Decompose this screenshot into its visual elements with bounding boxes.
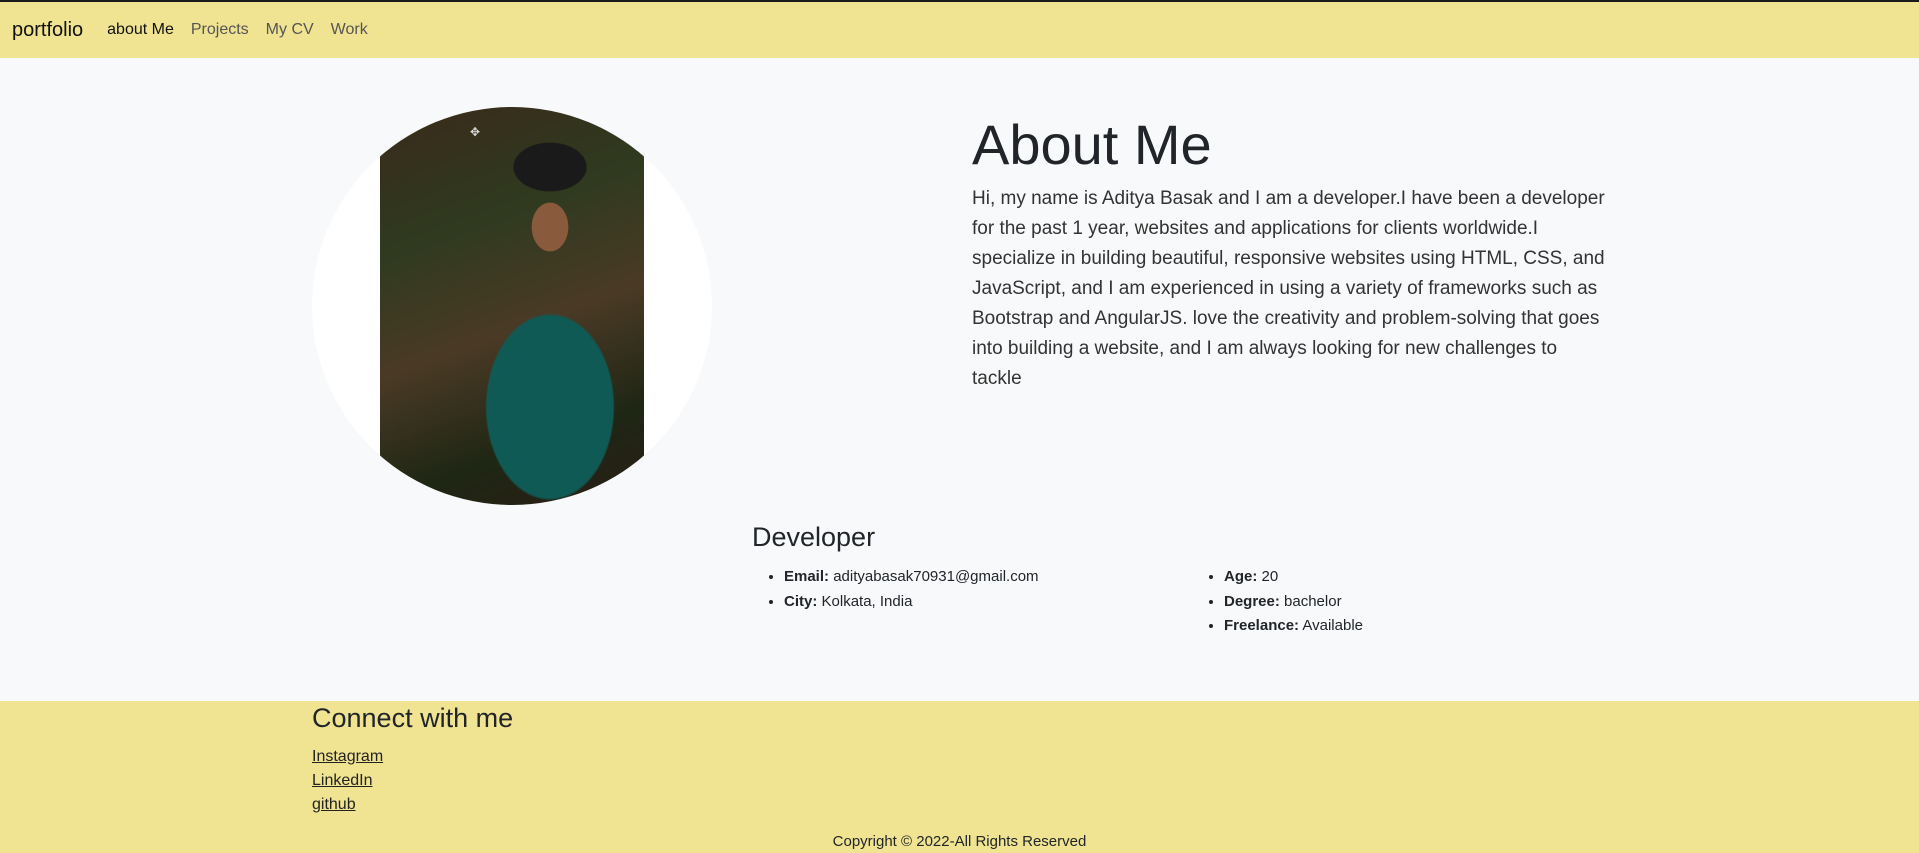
info-value: Available [1302, 617, 1363, 634]
nav-link-my-cv[interactable]: My CV [266, 21, 314, 39]
nav-link-about-me[interactable]: about Me [107, 21, 174, 39]
info-age: Age: 20 [1224, 565, 1363, 590]
social-links: Instagram LinkedIn github [312, 745, 383, 817]
connect-title: Connect with me [312, 703, 514, 733]
info-value: Kolkata, India [821, 592, 913, 610]
info-value: bachelor [1284, 592, 1342, 610]
info-label: City: [784, 592, 818, 610]
info-email: Email: adityabasak70931@gmail.com [784, 565, 1039, 590]
instagram-link[interactable]: Instagram [312, 745, 383, 769]
footer: Connect with me Instagram LinkedIn githu… [0, 701, 1919, 853]
info-label: Freelance: [1224, 617, 1300, 634]
info-value: adityabasak70931@gmail.com [833, 568, 1039, 585]
main-content: ✥ About Me Hi, my name is Aditya Basak a… [0, 58, 1919, 701]
profile-avatar: ✥ [312, 107, 712, 505]
profile-photo: ✥ [380, 107, 644, 505]
developer-title: Developer [752, 522, 876, 552]
info-label: Age: [1224, 568, 1258, 585]
info-city: City: Kolkata, India [784, 590, 1039, 615]
info-value: 20 [1261, 568, 1279, 585]
about-title: About Me [972, 113, 1212, 176]
info-label: Degree: [1224, 592, 1280, 610]
brand-link[interactable]: portfolio [12, 19, 83, 42]
top-navbar: portfolio about Me Projects My CV Work [0, 0, 1919, 58]
about-description: Hi, my name is Aditya Basak and I am a d… [972, 188, 1605, 389]
move-cursor-icon: ✥ [470, 125, 481, 139]
github-link[interactable]: github [312, 793, 383, 817]
info-freelance: Freelance: Available [1224, 614, 1363, 639]
info-label: Email: [784, 568, 830, 585]
developer-info-left: Email: adityabasak70931@gmail.com City: … [752, 565, 1039, 614]
info-degree: Degree: bachelor [1224, 590, 1363, 615]
linkedin-link[interactable]: LinkedIn [312, 769, 383, 793]
nav-link-work[interactable]: Work [331, 21, 368, 39]
nav-links: about Me Projects My CV Work [107, 21, 385, 39]
copyright-text: Copyright © 2022-All Rights Reserved [832, 833, 1087, 850]
developer-info-right: Age: 20 Degree: bachelor Freelance: Avai… [1192, 565, 1363, 639]
nav-link-projects[interactable]: Projects [191, 21, 249, 39]
